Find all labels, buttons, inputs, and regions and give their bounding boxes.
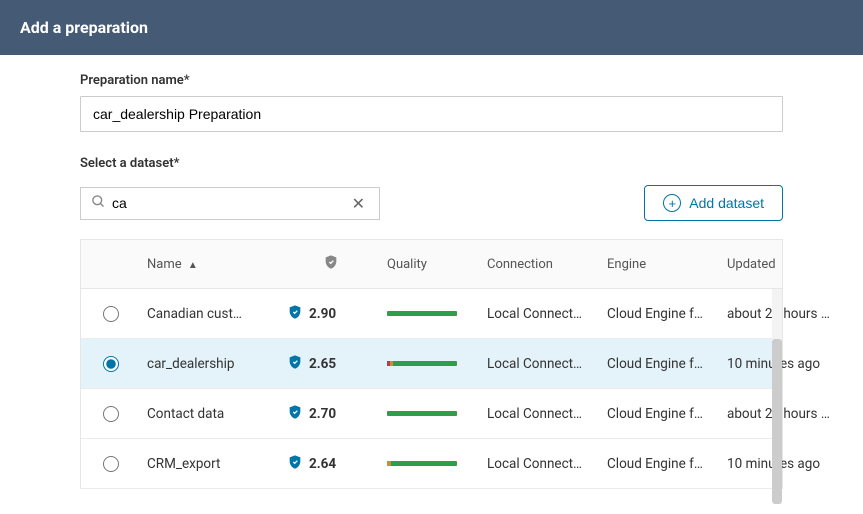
row-radio[interactable] [103,306,119,322]
col-name-label: Name [147,257,182,272]
shield-icon [287,354,303,374]
col-name[interactable]: Name ▲ [141,257,281,272]
table-row[interactable]: Canadian cust… 2.90 Local Connect…Cloud En… [81,289,782,339]
dataset-table: Name ▲ Quality Connection Engine Updated… [80,239,783,489]
row-quality [381,311,481,316]
row-radio-cell [81,356,141,372]
quality-bar [387,461,457,466]
row-connection: Local Connect… [481,356,601,372]
row-quality [381,461,481,466]
row-name: Contact data [141,406,281,422]
add-dataset-label: Add dataset [689,195,764,211]
modal-content: Preparation name* Select a dataset* ✕ + … [0,55,863,489]
col-connection[interactable]: Connection [481,257,601,272]
row-score: 2.65 [281,354,381,374]
row-radio-cell [81,406,141,422]
select-dataset-section: Select a dataset* [80,156,783,171]
row-engine: Cloud Engine f… [601,306,721,322]
prep-name-section: Preparation name* [80,73,783,132]
table-row[interactable]: car_dealership 2.65 Local Connect…Cloud En… [81,339,782,389]
quality-bar [387,311,457,316]
row-engine: Cloud Engine f… [601,456,721,472]
table-row[interactable]: Contact data 2.70 Local Connect…Cloud Engi… [81,389,782,439]
search-input[interactable] [112,195,348,211]
col-updated[interactable]: Updated [721,257,841,272]
shield-icon [287,304,303,324]
row-score: 2.70 [281,404,381,424]
row-quality [381,411,481,416]
quality-bar [387,361,457,366]
clear-icon[interactable]: ✕ [348,194,369,213]
search-icon [91,194,106,213]
row-radio-cell [81,306,141,322]
select-dataset-label: Select a dataset* [80,156,783,171]
scrollbar-thumb[interactable] [772,339,782,504]
row-radio-cell [81,456,141,472]
quality-bar [387,411,457,416]
row-score-value: 2.70 [309,406,336,422]
row-name: car_dealership [141,356,281,372]
modal-title: Add a preparation [20,18,148,37]
table-body: Canadian cust…2.90Local Connect…Cloud En… [81,289,782,489]
plus-icon: + [663,194,681,212]
shield-icon [287,404,303,424]
row-score-value: 2.65 [309,356,336,372]
row-quality [381,361,481,366]
row-connection: Local Connect… [481,456,601,472]
row-engine: Cloud Engine f… [601,406,721,422]
dataset-controls: ✕ + Add dataset [80,185,783,221]
shield-icon [323,254,339,274]
row-connection: Local Connect… [481,406,601,422]
col-quality[interactable]: Quality [381,257,481,272]
row-name: CRM_export [141,456,281,472]
row-name: Canadian cust… [141,306,281,322]
col-trust[interactable] [281,254,381,274]
add-dataset-button[interactable]: + Add dataset [644,185,783,221]
table-header: Name ▲ Quality Connection Engine Updated [81,240,782,289]
modal-header: Add a preparation [0,0,863,55]
row-score-value: 2.90 [309,306,336,322]
row-engine: Cloud Engine f… [601,356,721,372]
row-score: 2.64 [281,454,381,474]
table-row[interactable]: CRM_export 2.64 Local Connect…Cloud Engine… [81,439,782,489]
prep-name-label: Preparation name* [80,73,783,88]
search-wrap: ✕ [80,187,380,220]
col-engine[interactable]: Engine [601,257,721,272]
row-radio[interactable] [103,356,119,372]
row-radio[interactable] [103,456,119,472]
sort-asc-icon: ▲ [188,260,198,271]
row-score-value: 2.64 [309,456,336,472]
shield-icon [287,454,303,474]
prep-name-input[interactable] [80,96,783,132]
row-radio[interactable] [103,406,119,422]
row-score: 2.90 [281,304,381,324]
row-connection: Local Connect… [481,306,601,322]
